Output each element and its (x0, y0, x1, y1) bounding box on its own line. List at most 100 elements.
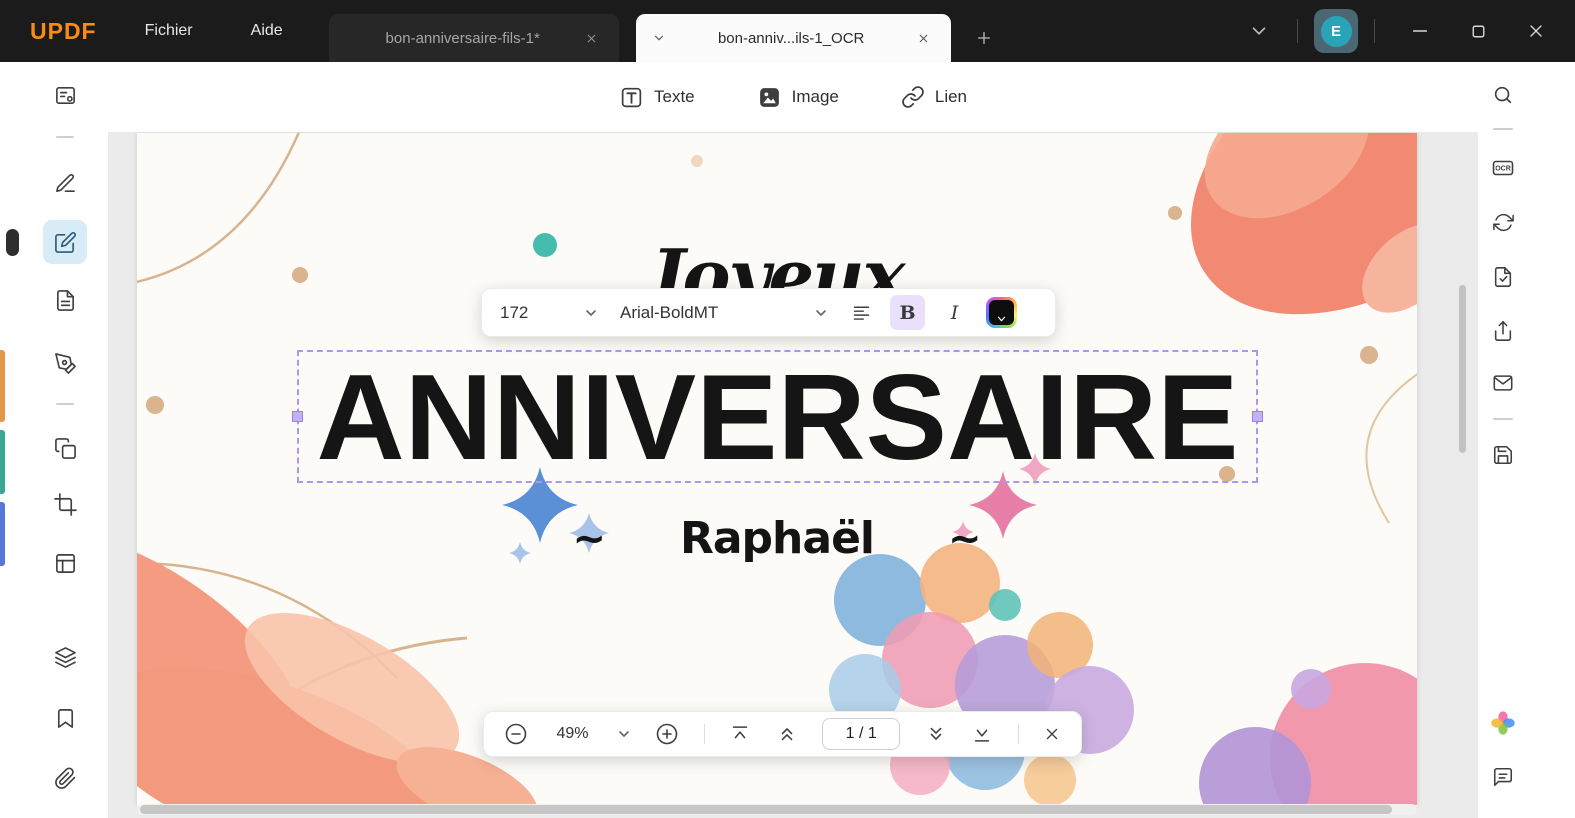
signature-icon (54, 352, 76, 374)
sidebar-divider (1493, 128, 1513, 130)
search-button[interactable] (1483, 75, 1523, 115)
tool-comment[interactable] (43, 161, 87, 205)
convert-icon (1492, 213, 1514, 231)
tool-attachments[interactable] (43, 756, 87, 800)
chevron-down-icon (816, 309, 826, 316)
pdf-page[interactable]: Joyeux ANNIVERSAIRE ~ Raphaël ~ (137, 133, 1417, 806)
tool-reader-mode[interactable] (43, 73, 87, 117)
sidebar-divider (1493, 418, 1513, 420)
add-link-button[interactable]: Lien (901, 85, 967, 109)
file-check-icon (1494, 267, 1512, 287)
sidebar-divider (56, 136, 74, 138)
ai-flower-icon (1491, 711, 1515, 735)
italic-button[interactable]: I (937, 295, 972, 330)
scroll-to-top-icon (733, 726, 748, 739)
tool-layers[interactable] (43, 635, 87, 679)
close-page-controls-button[interactable] (1043, 725, 1061, 743)
font-size-select[interactable]: 172 (500, 303, 598, 323)
menu-aide[interactable]: Aide (251, 22, 283, 40)
tool-sign[interactable] (43, 341, 87, 385)
minus-circle-icon (505, 723, 527, 745)
sidebar-divider (56, 403, 74, 405)
tool-organize-pages[interactable] (43, 426, 87, 470)
avatar: E (1320, 15, 1352, 47)
plus-circle-icon (657, 723, 678, 745)
zoom-select-chevron[interactable] (617, 727, 631, 741)
email-button[interactable] (1483, 363, 1523, 403)
next-page-button[interactable] (925, 723, 947, 745)
share-button[interactable] (1483, 311, 1523, 351)
first-page-button[interactable] (729, 723, 751, 745)
convert-button[interactable] (1483, 202, 1523, 242)
text-selection-box[interactable] (292, 350, 1263, 483)
tool-bookmarks[interactable] (43, 696, 87, 740)
comment-icon (1493, 767, 1513, 787)
zoom-out-button[interactable] (504, 722, 528, 746)
add-image-label: Image (791, 87, 839, 106)
comments-panel-button[interactable] (1483, 757, 1523, 797)
close-icon (1046, 728, 1058, 740)
tool-edit-pdf-selected[interactable] (43, 220, 87, 264)
font-color-swatch (989, 300, 1014, 325)
tab-list-chevron-down-icon[interactable] (1237, 9, 1281, 53)
add-link-label: Lien (934, 87, 968, 106)
previous-page-button[interactable] (776, 723, 798, 745)
tab-document-2-active[interactable]: bon-anniv...ils-1_OCR (635, 14, 951, 62)
font-family-select[interactable]: Arial-BoldMT (620, 303, 828, 323)
maximize-button[interactable] (1449, 0, 1507, 62)
new-tab-button[interactable] (967, 21, 1001, 55)
edit-mode-toolbar: Texte Image Lien (108, 62, 1478, 132)
close-button[interactable] (1507, 0, 1565, 62)
name-raphael[interactable]: Raphaël (680, 513, 875, 564)
tab-strip: bon-anniversaire-fils-1* bon-anniv...ils… (328, 0, 1001, 62)
ai-assistant-button[interactable] (1483, 703, 1523, 743)
minimize-button[interactable] (1391, 0, 1449, 62)
save-button[interactable] (1483, 435, 1523, 475)
selection-handle-left[interactable] (292, 410, 303, 422)
vertical-scrollbar-thumb[interactable] (1459, 285, 1466, 453)
menu-fichier[interactable]: Fichier (145, 22, 193, 40)
menubar: Fichier Aide (145, 22, 283, 40)
line-spacing-button[interactable] (846, 298, 876, 328)
font-color-button[interactable] (986, 297, 1017, 328)
add-image-button[interactable]: Image (757, 85, 839, 110)
horizontal-scrollbar-thumb[interactable] (140, 805, 1392, 814)
tab-document-1[interactable]: bon-anniversaire-fils-1* (328, 14, 619, 62)
toolbar-separator (703, 724, 705, 744)
selection-handle-right[interactable] (1252, 410, 1263, 422)
line-spacing-icon (853, 306, 869, 320)
horizontal-scrollbar-track[interactable] (137, 804, 1417, 815)
add-text-button[interactable]: Texte (619, 85, 695, 110)
save-icon (1493, 445, 1513, 465)
tool-crop[interactable] (43, 482, 87, 526)
left-sidebar (0, 62, 108, 818)
tab-label: bon-anniversaire-fils-1* (385, 29, 540, 47)
tilde-right: ~ (948, 515, 982, 562)
panel-collapse-handle[interactable] (6, 229, 19, 256)
chevron-down-icon (619, 731, 629, 737)
chevrons-up-icon (781, 728, 793, 741)
titlebar: UPDF Fichier Aide bon-anniversaire-fils-… (0, 0, 1575, 62)
tool-watermark[interactable] (43, 541, 87, 585)
bold-button-active[interactable]: B (890, 295, 925, 330)
bookmark-icon (57, 708, 73, 728)
paperclip-icon (54, 767, 75, 789)
last-page-button[interactable] (971, 723, 993, 745)
edit-icon (54, 231, 76, 253)
edge-fragment-orange (0, 350, 5, 422)
account-button[interactable]: E (1314, 9, 1358, 53)
tab-close-icon[interactable] (913, 27, 935, 49)
file-check-button[interactable] (1483, 257, 1523, 297)
zoom-in-button[interactable] (655, 722, 679, 746)
page-navigation-toolbar: 49% 1 / 1 (483, 711, 1082, 757)
search-icon (1494, 86, 1512, 104)
chevrons-down-icon (930, 727, 941, 740)
text-format-toolbar: 172 Arial-BoldMT B I (481, 288, 1056, 337)
svg-text:OCR: OCR (1495, 166, 1511, 173)
tab-close-icon[interactable] (581, 27, 603, 49)
tool-forms[interactable] (43, 278, 87, 322)
ocr-button[interactable]: OCR (1483, 148, 1523, 188)
page-indicator[interactable]: 1 / 1 (822, 718, 901, 750)
edge-fragment-blue (0, 502, 5, 566)
tab-chevron-down-icon[interactable] (652, 31, 666, 45)
